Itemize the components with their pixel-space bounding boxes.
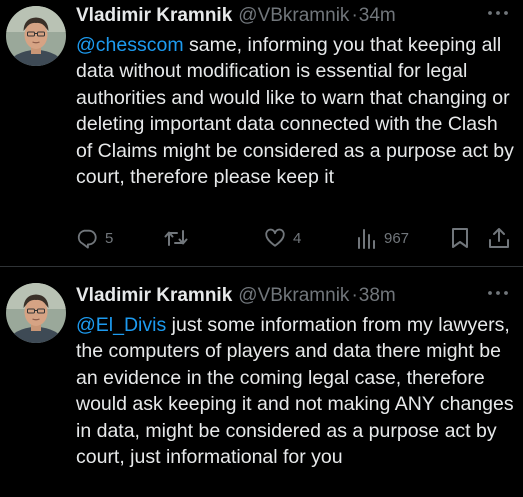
share-button[interactable]: [488, 223, 510, 253]
view-count: 967: [384, 229, 410, 247]
tweet[interactable]: Vladimir Kramnik @VBkramnik · 38m @El_Di…: [0, 267, 523, 497]
tweet[interactable]: Vladimir Kramnik @VBkramnik · 34m @chess…: [0, 0, 523, 266]
more-icon[interactable]: [487, 288, 509, 298]
reply-icon: [77, 229, 97, 249]
retweet-button[interactable]: [164, 223, 195, 253]
share-icon: [489, 228, 509, 248]
reply-count: 5: [105, 229, 114, 247]
mention-link[interactable]: @El_Divis: [76, 314, 166, 336]
views-icon: [358, 229, 375, 249]
more-icon[interactable]: [487, 8, 509, 18]
views-button[interactable]: 967: [357, 223, 409, 253]
tweet-header: Vladimir Kramnik @VBkramnik · 38m: [76, 282, 396, 310]
tweet-header: Vladimir Kramnik @VBkramnik · 34m: [76, 2, 396, 30]
bookmark-button[interactable]: [450, 223, 470, 253]
timestamp[interactable]: 38m: [359, 285, 396, 307]
user-handle[interactable]: @VBkramnik: [238, 285, 349, 307]
like-icon: [265, 228, 285, 247]
display-name[interactable]: Vladimir Kramnik: [76, 5, 232, 27]
like-button[interactable]: 4: [264, 223, 301, 253]
avatar[interactable]: [6, 6, 66, 66]
user-handle[interactable]: @VBkramnik: [238, 5, 349, 27]
retweet-icon: [164, 230, 188, 246]
tweet-text: @El_Divis just some information from my …: [76, 312, 516, 470]
like-count: 4: [293, 229, 302, 247]
separator: ·: [351, 285, 358, 306]
action-bar: 5 4 967: [76, 223, 523, 253]
display-name[interactable]: Vladimir Kramnik: [76, 285, 232, 307]
tweet-text: @chesscom same, informing you that keepi…: [76, 32, 516, 190]
reply-button[interactable]: 5: [76, 223, 113, 253]
bookmark-icon: [452, 228, 468, 248]
timestamp[interactable]: 34m: [359, 5, 396, 27]
separator: ·: [351, 5, 358, 26]
mention-link[interactable]: @chesscom: [76, 34, 184, 56]
avatar[interactable]: [6, 283, 66, 343]
tweet-body: just some information from my lawyers, t…: [76, 314, 514, 469]
tweet-body: same, informing you that keeping all dat…: [76, 34, 514, 189]
